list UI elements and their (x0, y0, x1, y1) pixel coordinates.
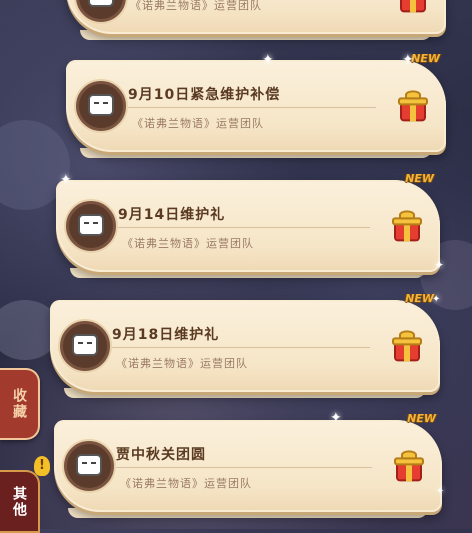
mail-item[interactable]: 贾中秋关团圆 《诺弗兰物语》运营团队 NEW (54, 412, 442, 518)
mail-item[interactable]: 《诺弗兰物语》运营团队 (66, 0, 446, 40)
gift-icon (390, 330, 424, 364)
other-button[interactable]: 其他 (0, 470, 40, 533)
avatar-face-icon (88, 0, 114, 8)
alert-icon: ! (34, 456, 50, 476)
mail-item[interactable]: 9月14日维护礼 《诺弗兰物语》运营团队 NEW (56, 172, 440, 278)
sparkle-icon: ✦ (432, 294, 441, 305)
new-badge: NEW (405, 292, 434, 305)
collect-button[interactable]: 收藏 (0, 368, 40, 440)
sparkle-icon: ✦ (330, 410, 342, 426)
avatar-face-icon (88, 94, 114, 116)
sparkle-icon: ✦ (402, 52, 414, 68)
sender-avatar (60, 321, 110, 371)
mail-title: 9月18日维护礼 (112, 327, 220, 343)
sparkle-icon: ✦ (262, 52, 274, 68)
sender-avatar (64, 441, 114, 491)
mail-title: 9月14日维护礼 (118, 207, 226, 223)
sender-avatar (76, 0, 126, 23)
sparkle-icon: ✦ (434, 258, 445, 272)
mail-title: 贾中秋关团圆 (116, 447, 206, 463)
avatar-face-icon (76, 454, 102, 476)
divider (112, 347, 370, 348)
avatar-face-icon (72, 334, 98, 356)
mail-title: 9月10日紧急维护补偿 (128, 87, 281, 103)
mail-sender: 《诺弗兰物语》运营团队 (122, 237, 254, 250)
mail-sender: 《诺弗兰物语》运营团队 (130, 0, 262, 12)
avatar-face-icon (78, 214, 104, 236)
gift-icon (396, 0, 430, 16)
sender-avatar (66, 201, 116, 251)
new-badge: NEW (411, 52, 440, 65)
divider (128, 107, 376, 108)
divider (116, 467, 372, 468)
mail-sender: 《诺弗兰物语》运营团队 (120, 477, 252, 490)
sparkle-icon: ✦ (60, 172, 72, 188)
sender-avatar (76, 81, 126, 131)
gift-icon (390, 210, 424, 244)
divider (118, 227, 370, 228)
mail-sender: 《诺弗兰物语》运营团队 (116, 357, 248, 370)
mail-item[interactable]: 9月18日维护礼 《诺弗兰物语》运营团队 NEW (50, 292, 440, 398)
sparkle-icon: ✦ (436, 486, 445, 497)
gift-icon (396, 90, 430, 124)
new-badge: NEW (405, 172, 434, 185)
mail-item[interactable]: 9月10日紧急维护补偿 《诺弗兰物语》运营团队 NEW (66, 52, 446, 158)
new-badge: NEW (407, 412, 436, 425)
gift-icon (392, 450, 426, 484)
mail-sender: 《诺弗兰物语》运营团队 (132, 117, 264, 130)
